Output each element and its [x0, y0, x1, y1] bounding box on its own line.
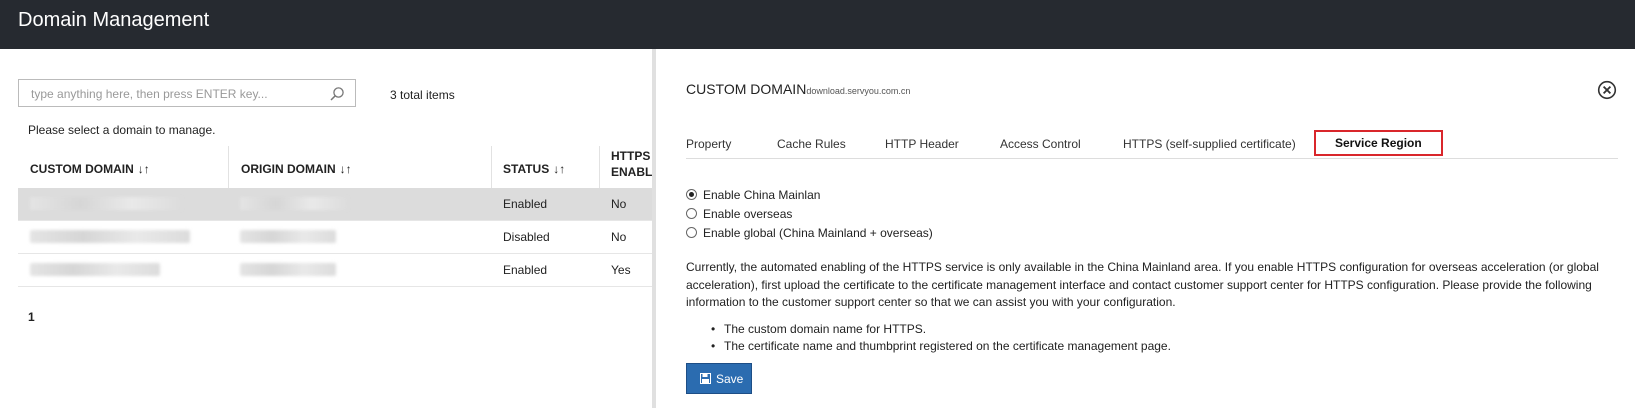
- status-cell: Enabled: [503, 197, 548, 211]
- top-bar: Domain Management: [0, 0, 1635, 49]
- tab-bar: Property Cache Rules HTTP Header Access …: [686, 130, 1618, 159]
- column-status[interactable]: STATUS ↓↑: [492, 146, 599, 188]
- tab-http-header[interactable]: HTTP Header: [885, 137, 959, 151]
- radio-label: Enable global (China Mainland + overseas…: [703, 226, 933, 240]
- redacted-origin-domain: [240, 263, 336, 276]
- radio-button[interactable]: [686, 189, 697, 200]
- panel-title-domain: download.servyou.com.cn: [806, 86, 911, 96]
- radio-button[interactable]: [686, 227, 697, 238]
- panel-title-label: CUSTOM DOMAIN: [686, 81, 807, 97]
- total-items: 3 total items: [390, 88, 455, 102]
- column-label: HTTPS ENABL: [611, 149, 652, 179]
- search-box[interactable]: [18, 79, 356, 107]
- column-custom-domain[interactable]: CUSTOM DOMAIN ↓↑: [18, 146, 228, 188]
- table-header: CUSTOM DOMAIN ↓↑ ORIGIN DOMAIN ↓↑ STATUS ↓↑…: [18, 146, 652, 188]
- https-cell: No: [611, 230, 627, 244]
- column-label: CUSTOM DOMAIN: [30, 162, 134, 176]
- redacted-custom-domain: [30, 230, 190, 243]
- tab-access-control[interactable]: Access Control: [1000, 137, 1081, 151]
- https-cell: No: [611, 197, 627, 211]
- panel-divider[interactable]: [652, 49, 656, 408]
- panel-title: CUSTOM DOMAINdownload.servyou.com.cn: [686, 81, 910, 97]
- column-origin-domain[interactable]: ORIGIN DOMAIN ↓↑: [229, 146, 491, 188]
- save-label: Save: [716, 372, 744, 386]
- https-cell: Yes: [611, 263, 631, 277]
- radio-global[interactable]: Enable global (China Mainland + overseas…: [686, 226, 933, 240]
- radio-china-mainland[interactable]: Enable China Mainlan: [686, 188, 820, 202]
- tab-property[interactable]: Property: [686, 137, 731, 151]
- column-label: ORIGIN DOMAIN: [241, 162, 336, 176]
- info-list: The custom domain name for HTTPS. The ce…: [708, 321, 1171, 355]
- redacted-custom-domain: [30, 197, 182, 210]
- radio-label: Enable China Mainlan: [703, 188, 821, 202]
- tab-service-region[interactable]: Service Region: [1314, 130, 1443, 156]
- sort-icon[interactable]: ↓↑: [553, 162, 565, 176]
- table-row[interactable]: Disabled No: [18, 221, 652, 254]
- search-input[interactable]: [29, 86, 323, 102]
- status-cell: Enabled: [503, 263, 548, 277]
- list-item: The custom domain name for HTTPS.: [708, 321, 1171, 338]
- sort-icon[interactable]: ↓↑: [340, 162, 352, 176]
- save-button[interactable]: Save: [686, 363, 752, 394]
- radio-overseas[interactable]: Enable overseas: [686, 207, 792, 221]
- table-row[interactable]: Enabled No: [18, 188, 652, 221]
- search-icon[interactable]: [329, 86, 345, 102]
- pagination-page-1[interactable]: 1: [28, 310, 35, 324]
- column-https[interactable]: HTTPS ENABL: [600, 146, 652, 188]
- radio-label: Enable overseas: [703, 207, 793, 221]
- redacted-custom-domain: [30, 263, 160, 276]
- radio-button[interactable]: [686, 208, 697, 219]
- tab-cache-rules[interactable]: Cache Rules: [777, 137, 846, 151]
- close-circle-icon[interactable]: [1597, 80, 1617, 100]
- list-item: The certificate name and thumbprint regi…: [708, 338, 1171, 355]
- status-cell: Disabled: [503, 230, 550, 244]
- redacted-origin-domain: [240, 197, 348, 210]
- tab-https-certificate[interactable]: HTTPS (self-supplied certificate): [1123, 137, 1296, 151]
- service-region-description: Currently, the automated enabling of the…: [686, 260, 1599, 309]
- column-label: STATUS: [503, 162, 550, 176]
- redacted-origin-domain: [240, 230, 336, 243]
- sort-icon[interactable]: ↓↑: [138, 162, 150, 176]
- page-title: Domain Management: [18, 9, 210, 31]
- table-row[interactable]: Enabled Yes: [18, 254, 652, 287]
- floppy-disk-icon: [700, 373, 711, 384]
- select-hint: Please select a domain to manage.: [28, 123, 216, 137]
